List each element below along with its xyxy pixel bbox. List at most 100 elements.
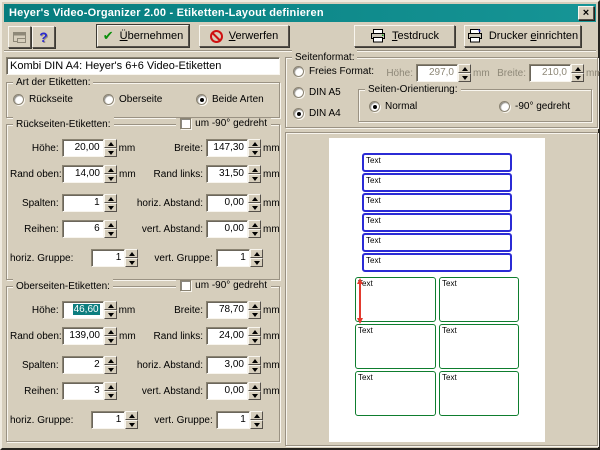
close-button[interactable]: ×	[578, 6, 594, 20]
spin-up-button[interactable]	[250, 249, 263, 258]
value-input[interactable]: 2	[62, 356, 104, 374]
spinner[interactable]	[250, 249, 263, 267]
value-input[interactable]: 1	[91, 411, 125, 429]
discard-button[interactable]: Verwerfen	[199, 25, 289, 47]
spin-down-button[interactable]	[458, 73, 471, 82]
spin-field[interactable]: 6	[62, 220, 117, 238]
value-input[interactable]: 297,0	[416, 64, 458, 82]
radio-oberseite[interactable]: Oberseite	[103, 94, 162, 105]
spin-field[interactable]: 1	[91, 249, 138, 267]
value-input[interactable]: 1	[62, 194, 104, 212]
radio-normal[interactable]: Normal	[369, 101, 417, 112]
radio-icon[interactable]	[13, 94, 24, 105]
spin-up-button[interactable]	[248, 165, 261, 174]
spinner[interactable]	[250, 411, 263, 429]
spin-up-button[interactable]	[248, 301, 261, 310]
spin-field[interactable]: 31,50	[206, 165, 261, 183]
value-input[interactable]: 24,00	[206, 327, 248, 345]
spin-down-button[interactable]	[248, 229, 261, 238]
value-input[interactable]: 14,00	[62, 165, 104, 183]
spinner[interactable]	[248, 382, 261, 400]
spin-up-button[interactable]	[571, 64, 584, 73]
spin-down-button[interactable]	[125, 258, 138, 267]
spin-up-button[interactable]	[104, 327, 117, 336]
spinner[interactable]	[248, 356, 261, 374]
spinner[interactable]	[248, 139, 261, 157]
value-input[interactable]: 1	[216, 249, 250, 267]
spin-field[interactable]: 2	[62, 356, 117, 374]
spin-field[interactable]: 46,60	[62, 301, 117, 319]
spin-down-button[interactable]	[250, 420, 263, 429]
radio-beide-arten[interactable]: Beide Arten	[196, 94, 264, 105]
spin-down-button[interactable]	[125, 420, 138, 429]
spin-up-button[interactable]	[104, 165, 117, 174]
spinner[interactable]	[458, 64, 471, 82]
spin-field[interactable]: 1	[216, 411, 263, 429]
spinner[interactable]	[104, 356, 117, 374]
value-input[interactable]: 0,00	[206, 382, 248, 400]
title-bar[interactable]: Heyer's Video-Organizer 2.00 - Etiketten…	[4, 4, 596, 22]
spin-field[interactable]: 14,00	[62, 165, 117, 183]
spin-field[interactable]: 1	[62, 194, 117, 212]
radio-rotated[interactable]: -90° gedreht	[499, 101, 570, 112]
value-input[interactable]: 3,00	[206, 356, 248, 374]
spin-up-button[interactable]	[104, 382, 117, 391]
spin-up-button[interactable]	[248, 382, 261, 391]
spin-up-button[interactable]	[458, 64, 471, 73]
value-input[interactable]: 210,0	[529, 64, 571, 82]
spin-down-button[interactable]	[248, 174, 261, 183]
layout-name-input[interactable]: Kombi DIN A4: Heyer's 6+6 Video-Etikette…	[6, 57, 280, 75]
spin-field[interactable]: 3	[62, 382, 117, 400]
radio-din-a4[interactable]: DIN A4	[293, 108, 341, 119]
value-input[interactable]: 31,50	[206, 165, 248, 183]
value-input[interactable]: 1	[216, 411, 250, 429]
spin-down-button[interactable]	[248, 365, 261, 374]
spin-up-button[interactable]	[104, 220, 117, 229]
spinner[interactable]	[104, 139, 117, 157]
spin-down-button[interactable]	[248, 203, 261, 212]
spin-field[interactable]: 20,00	[62, 139, 117, 157]
spin-up-button[interactable]	[248, 139, 261, 148]
spin-down-button[interactable]	[248, 310, 261, 319]
spin-down-button[interactable]	[104, 174, 117, 183]
value-input[interactable]: 0,00	[206, 194, 248, 212]
spin-field[interactable]: 1	[91, 411, 138, 429]
spin-up-button[interactable]	[248, 356, 261, 365]
spin-up-button[interactable]	[104, 194, 117, 203]
radio-icon[interactable]	[293, 108, 304, 119]
radio-icon[interactable]	[499, 101, 510, 112]
value-input[interactable]: 139,00	[62, 327, 104, 345]
printer-setup-button[interactable]: Drucker einrichten	[464, 25, 581, 47]
value-input[interactable]: 78,70	[206, 301, 248, 319]
spin-field[interactable]: 0,00	[206, 220, 261, 238]
spin-down-button[interactable]	[248, 391, 261, 400]
spin-up-button[interactable]	[248, 220, 261, 229]
spin-down-button[interactable]	[248, 148, 261, 157]
value-input[interactable]: 0,00	[206, 220, 248, 238]
page-width-field[interactable]: 210,0	[529, 64, 584, 82]
test-print-button[interactable]: Testdruck	[354, 25, 455, 47]
spin-field[interactable]: 0,00	[206, 382, 261, 400]
spin-down-button[interactable]	[104, 336, 117, 345]
spinner[interactable]	[104, 220, 117, 238]
spin-up-button[interactable]	[104, 139, 117, 148]
checkbox-icon[interactable]	[180, 118, 191, 129]
spinner[interactable]	[104, 327, 117, 345]
spin-up-button[interactable]	[125, 249, 138, 258]
spin-field[interactable]: 24,00	[206, 327, 261, 345]
spinner[interactable]	[571, 64, 584, 82]
spin-up-button[interactable]	[250, 411, 263, 420]
spin-field[interactable]: 3,00	[206, 356, 261, 374]
spinner[interactable]	[104, 194, 117, 212]
spin-up-button[interactable]	[104, 356, 117, 365]
spinner[interactable]	[104, 165, 117, 183]
spin-down-button[interactable]	[104, 229, 117, 238]
spin-down-button[interactable]	[250, 258, 263, 267]
spin-down-button[interactable]	[104, 148, 117, 157]
spinner[interactable]	[125, 249, 138, 267]
spinner[interactable]	[104, 301, 117, 319]
spin-down-button[interactable]	[248, 336, 261, 345]
spin-up-button[interactable]	[248, 327, 261, 336]
spinner[interactable]	[248, 194, 261, 212]
layout-props-button[interactable]	[8, 26, 31, 48]
